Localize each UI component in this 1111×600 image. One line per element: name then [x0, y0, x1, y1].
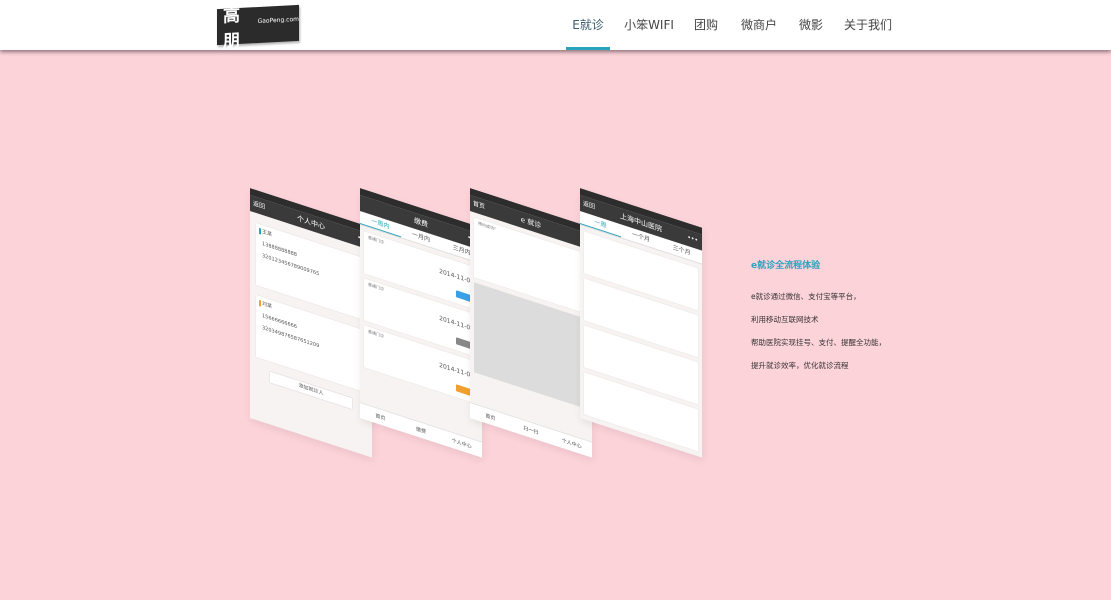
feature-line: 提升就诊效率，优化就诊流程 [751, 361, 849, 370]
card-marker [259, 227, 261, 235]
bottom-item: 个人中心 [561, 437, 582, 451]
nav-item-tuangou[interactable]: 团购 [690, 0, 722, 50]
bottom-item: 扫一扫 [523, 425, 539, 437]
nav-item-weiying[interactable]: 微影 [796, 0, 826, 50]
phone-bottom-bar: 首页 扫一扫 个人中心 [470, 402, 592, 458]
more-icon: ••• [687, 233, 698, 245]
back-label: 首页 [473, 199, 486, 211]
phone-screen-payment: 缴费 ••• 一周内 一月内 三月内 普通门诊 2014-11-06 普通门诊 … [360, 188, 482, 458]
phone-screen-e-jiuzhen: 首页 e 就诊 ● 预约成功！ 首页 扫一扫 个人中心 [470, 188, 592, 458]
logo-subtext: GaoPeng.com [257, 15, 299, 25]
feature-line: 帮助医院实现挂号、支付、提醒全功能， [751, 338, 886, 347]
nav-item-wifi[interactable]: 小笨WIFI [624, 0, 674, 50]
phone-screen-hospital: 返回 上海中山医院 ••• 一周 一个月 三个月 [580, 188, 702, 458]
feature-title: e就诊全流程体验 [751, 261, 821, 271]
phone-screens-illustration: 返回 个人中心 ••• 王某 13888888888 3201234567890… [200, 170, 740, 490]
nav-item-weishanghu[interactable]: 微商户 [738, 0, 780, 50]
bottom-item: 缴费 [416, 426, 427, 436]
bottom-item: 个人中心 [451, 437, 472, 451]
phone-title: 缴费 [414, 216, 428, 230]
back-label: 返回 [253, 199, 266, 211]
nav-item-about[interactable]: 关于我们 [842, 0, 894, 50]
site-logo[interactable]: 高朋 GaoPeng.com [217, 4, 299, 52]
phone-bottom-bar: 首页 缴费 个人中心 [360, 402, 482, 458]
phone-screen-personal-center: 返回 个人中心 ••• 王某 13888888888 3201234567890… [250, 188, 372, 458]
nav-item-e-jiuzhen[interactable]: E就诊 [566, 0, 610, 50]
feature-description: e就诊全流程体验 e就诊通过微信、支付宝等平台， 利用移动互联网技术 帮助医院实… [751, 258, 951, 383]
card-marker [259, 299, 261, 307]
feature-line: e就诊通过微信、支付宝等平台， [751, 292, 861, 301]
logo-text: 高朋 [223, 5, 240, 52]
phone-title: e 就诊 [520, 215, 542, 231]
top-header: 高朋 GaoPeng.com E就诊 小笨WIFI 团购 微商户 微影 关于我们 [0, 0, 1111, 52]
feature-line: 利用移动互联网技术 [751, 315, 819, 324]
